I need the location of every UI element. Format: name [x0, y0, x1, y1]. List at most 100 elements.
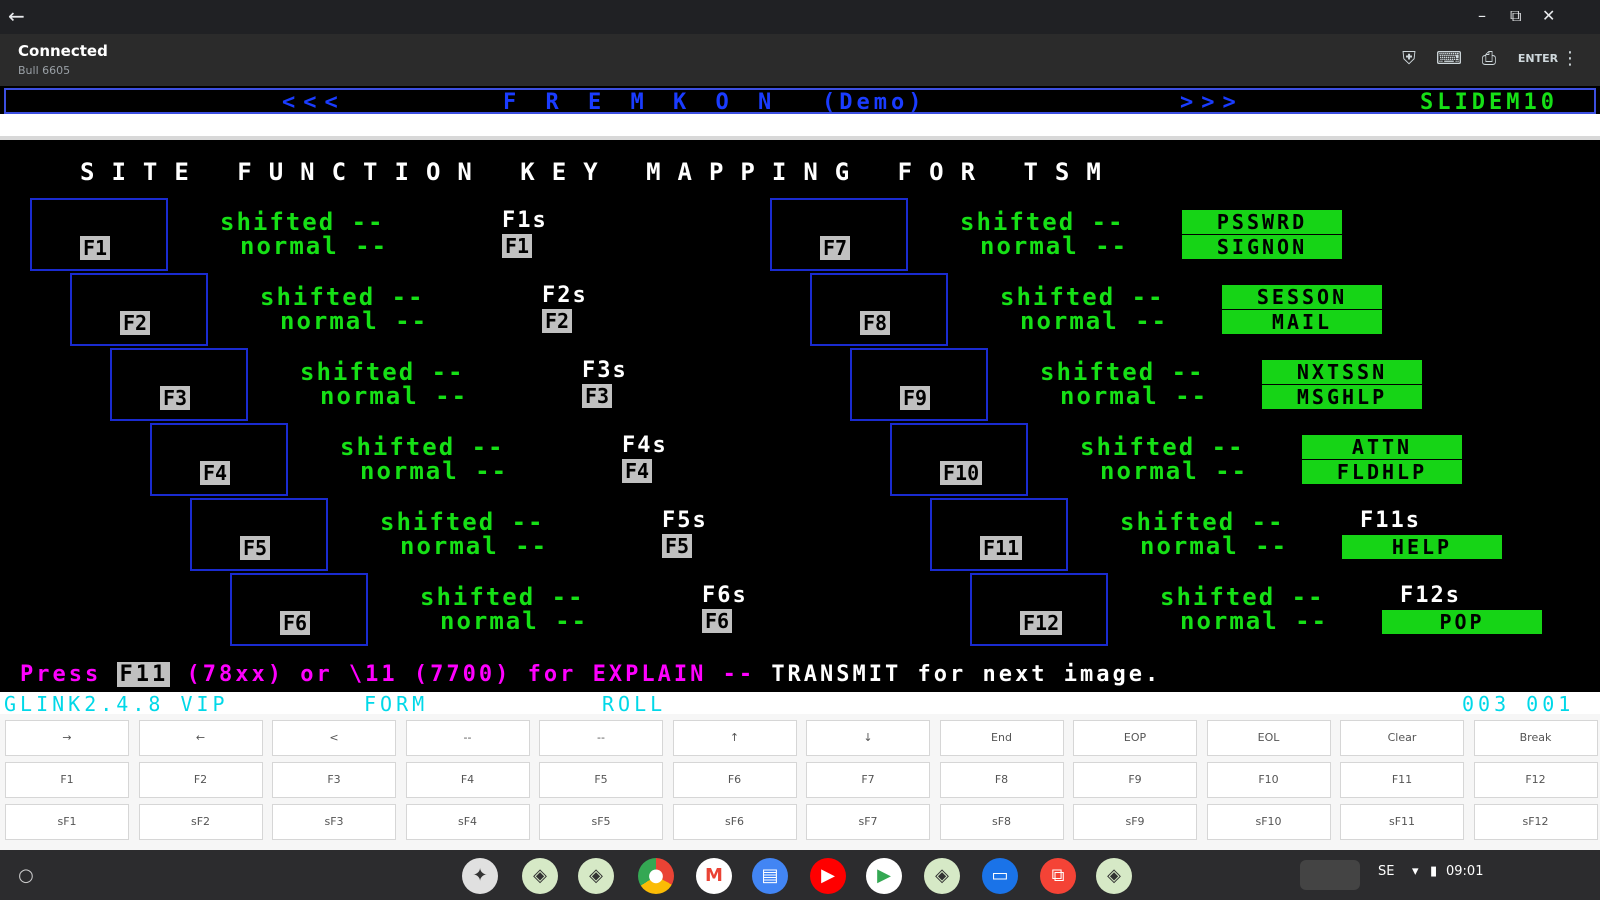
key-box[interactable]	[930, 498, 1068, 571]
press-key: F11	[117, 662, 171, 687]
keypad-key[interactable]: F12	[1473, 762, 1598, 798]
keypad-key[interactable]: F10	[1206, 762, 1331, 798]
shield-app-icon[interactable]: ✦	[462, 858, 498, 894]
keypad-key[interactable]: F5	[539, 762, 663, 798]
screenshot-app-icon[interactable]: ⧉	[1040, 858, 1076, 894]
key-box[interactable]	[70, 273, 208, 346]
keypad-key[interactable]: sF11	[1340, 804, 1464, 840]
gmail-icon[interactable]: M	[696, 858, 732, 894]
press-suffix: TRANSMIT for next image.	[771, 662, 1162, 687]
normal-label: normal --	[360, 457, 509, 485]
battery-icon[interactable]: ▮	[1430, 864, 1437, 879]
keypad-key[interactable]: Clear	[1340, 720, 1464, 756]
key-label: F9	[900, 386, 931, 410]
keypad-key[interactable]: →	[5, 720, 129, 756]
keypad-key[interactable]: sF2	[138, 804, 263, 840]
key-box[interactable]	[850, 348, 988, 421]
keypad-key[interactable]: ←	[138, 720, 263, 756]
key-box[interactable]	[810, 273, 948, 346]
glink-app-icon-4[interactable]: ◈	[1096, 858, 1132, 894]
shifted-value: F5s	[662, 508, 708, 533]
keypad-key[interactable]: sF10	[1206, 804, 1331, 840]
keypad-key[interactable]: sF4	[405, 804, 530, 840]
key-box[interactable]	[150, 423, 288, 496]
keypad-key[interactable]: sF6	[672, 804, 797, 840]
normal-value: F5	[662, 534, 693, 558]
app-toolbar: Connected Bull 6605 ⛨ ⌨ ⎙ ENTER ⋮	[0, 34, 1600, 86]
keypad-key[interactable]: F3	[272, 762, 396, 798]
glink-app-icon-3[interactable]: ◈	[924, 858, 960, 894]
demo-label: (Demo)	[822, 90, 926, 115]
keypad-key[interactable]: ↑	[672, 720, 797, 756]
keypad-key[interactable]: sF12	[1473, 804, 1598, 840]
cursor-position: 003 001	[1462, 692, 1575, 716]
keypad-key[interactable]: sF7	[806, 804, 930, 840]
tray-region[interactable]: SE	[1378, 864, 1394, 879]
input-line[interactable]	[0, 114, 1600, 136]
keypad-key[interactable]: <	[272, 720, 396, 756]
more-menu-icon[interactable]: ⋮	[1560, 46, 1580, 72]
keypad-key[interactable]: sF5	[539, 804, 663, 840]
keypad-key[interactable]: F7	[806, 762, 930, 798]
terminal-screen[interactable]: <<< F R E M K O N (Demo) >>> SLIDEM10 SI…	[0, 86, 1600, 692]
keypad-key[interactable]: sF8	[939, 804, 1064, 840]
keypad-key[interactable]: End	[939, 720, 1064, 756]
normal-value: F4	[622, 459, 653, 483]
keypad-key[interactable]: F1	[5, 762, 129, 798]
print-icon[interactable]: ⎙	[1474, 46, 1504, 72]
keypad-key[interactable]: ↓	[806, 720, 930, 756]
launcher-icon[interactable]: ○	[8, 858, 44, 894]
keypad-key[interactable]: F9	[1073, 762, 1197, 798]
normal-label: normal --	[400, 532, 549, 560]
glink-app-icon[interactable]: ◈	[522, 858, 558, 894]
keypad-key[interactable]: Break	[1473, 720, 1598, 756]
tray-thumbnail[interactable]	[1300, 860, 1360, 890]
shifted-value: ATTN	[1302, 435, 1462, 459]
minimize-button[interactable]: –	[1478, 6, 1486, 25]
key-box[interactable]	[230, 573, 368, 646]
key-box[interactable]	[190, 498, 328, 571]
keyboard-icon[interactable]: ⌨	[1434, 46, 1464, 72]
window-titlebar: ← – ⧉ ✕	[0, 0, 1600, 34]
close-button[interactable]: ✕	[1542, 6, 1555, 25]
play-store-icon[interactable]: ▶	[866, 858, 902, 894]
key-box[interactable]	[970, 573, 1108, 646]
key-box[interactable]	[770, 198, 908, 271]
chrome-icon[interactable]: ●	[638, 858, 674, 894]
keypad-key[interactable]: sF1	[5, 804, 129, 840]
key-box[interactable]	[890, 423, 1028, 496]
key-box[interactable]	[110, 348, 248, 421]
maximize-button[interactable]: ⧉	[1510, 6, 1521, 26]
key-label: F6	[280, 611, 311, 635]
youtube-icon[interactable]: ▶	[810, 858, 846, 894]
keypad-key[interactable]: sF3	[272, 804, 396, 840]
shifted-value: F4s	[622, 433, 668, 458]
normal-label: normal --	[240, 232, 389, 260]
shifted-value: PSSWRD	[1182, 210, 1342, 234]
glink-app-icon-2[interactable]: ◈	[578, 858, 614, 894]
shield-icon[interactable]: ⛨	[1394, 46, 1424, 72]
keypad-key[interactable]: EOL	[1206, 720, 1331, 756]
files-icon[interactable]: ▭	[982, 858, 1018, 894]
key-label: F1	[80, 236, 111, 260]
key-label: F2	[120, 311, 151, 335]
header-frame	[4, 88, 1596, 114]
key-label: F4	[200, 461, 231, 485]
back-button[interactable]: ←	[8, 4, 25, 28]
function-keypad: → ← < -- -- ↑ ↓ End EOP EOL Clear Break F1 F2 F3 F4 F5 F6…	[0, 714, 1600, 850]
keypad-key[interactable]: F2	[138, 762, 263, 798]
keypad-key[interactable]: --	[539, 720, 663, 756]
keypad-key[interactable]: --	[405, 720, 530, 756]
keypad-key[interactable]: EOP	[1073, 720, 1197, 756]
normal-value: F1	[502, 234, 533, 258]
keypad-key[interactable]: F11	[1340, 762, 1464, 798]
enter-button[interactable]: ENTER	[1514, 46, 1562, 72]
keypad-key[interactable]: F4	[405, 762, 530, 798]
wifi-icon[interactable]: ▾	[1412, 864, 1419, 879]
docs-icon[interactable]: ▤	[752, 858, 788, 894]
clock[interactable]: 09:01	[1446, 864, 1483, 879]
keypad-key[interactable]: sF9	[1073, 804, 1197, 840]
keypad-key[interactable]: F8	[939, 762, 1064, 798]
keypad-key[interactable]: F6	[672, 762, 797, 798]
key-box[interactable]	[30, 198, 168, 271]
